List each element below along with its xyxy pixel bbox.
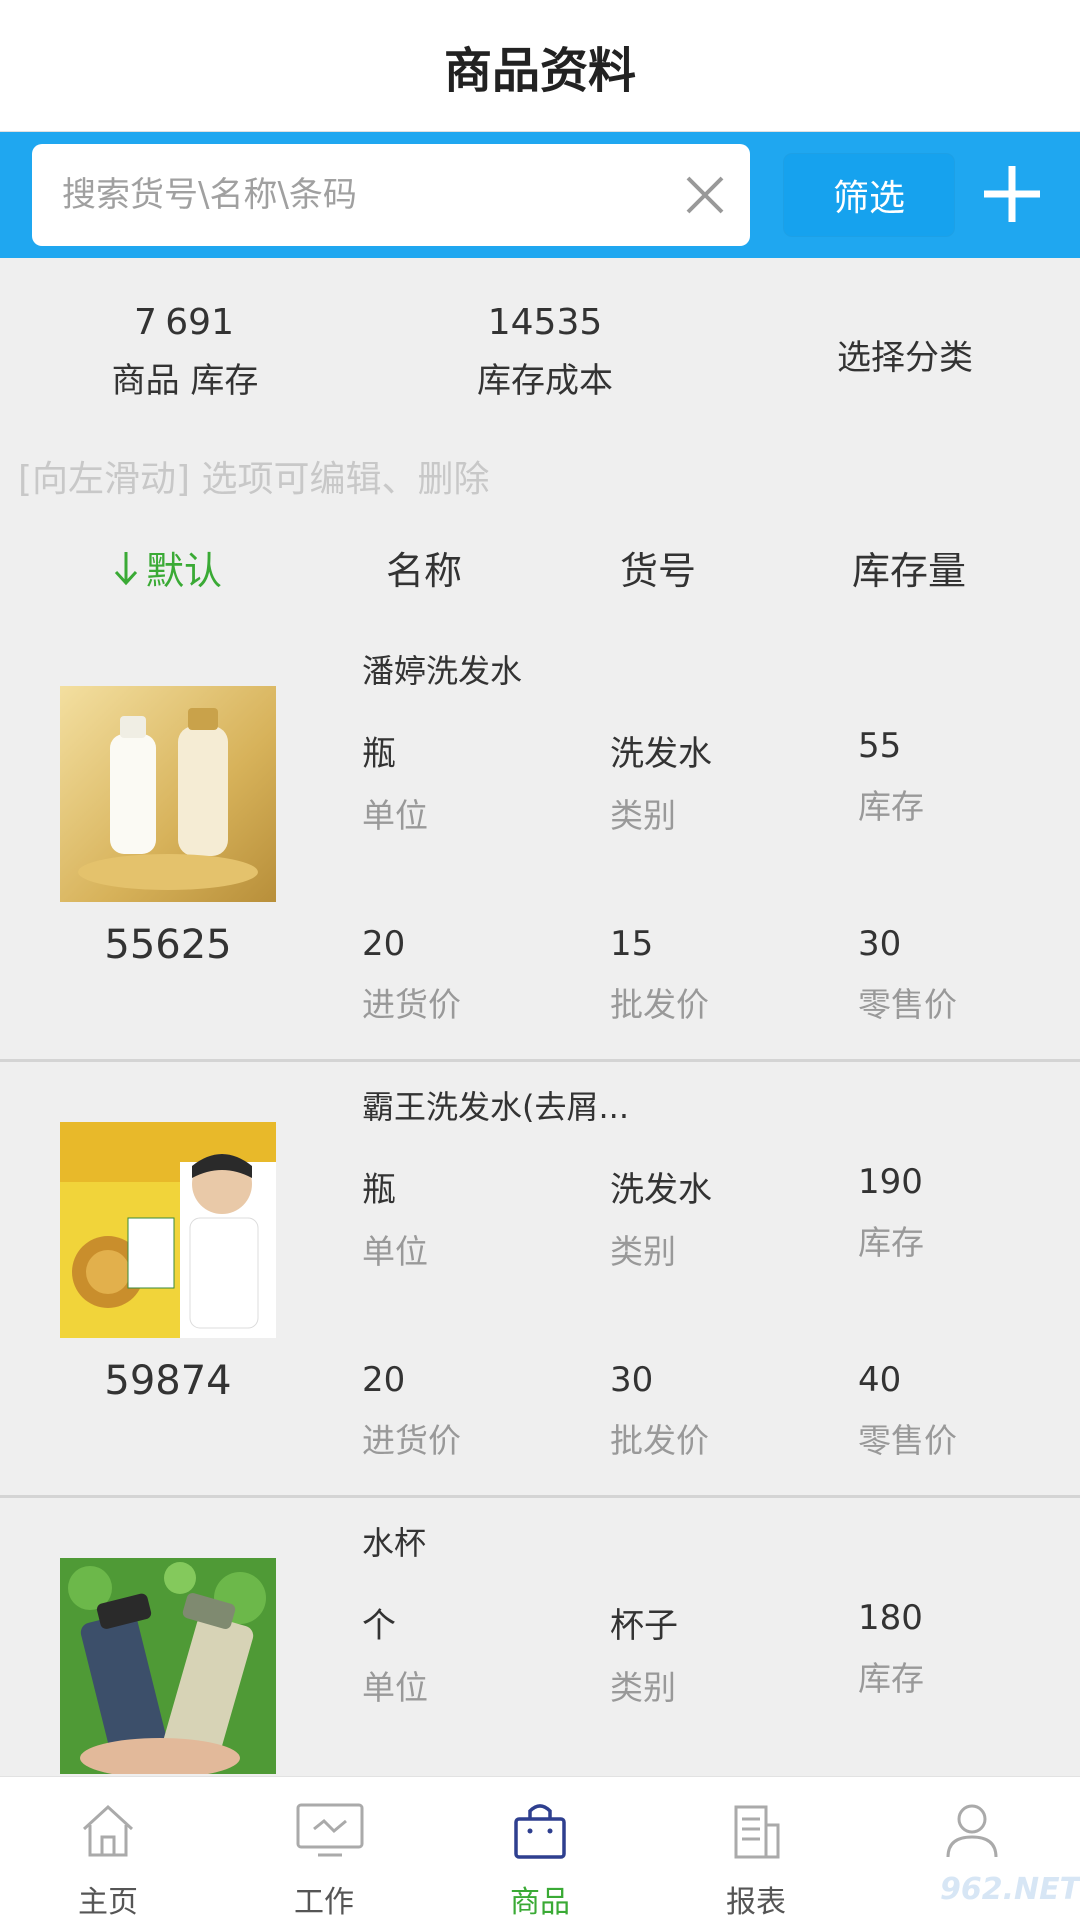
tab-goods-label: 商品 [510, 1885, 570, 1920]
category-label: 类别 [610, 796, 676, 835]
purchase-price-label: 进货价 [362, 985, 461, 1024]
sort-stock[interactable]: 库存量 [852, 540, 966, 595]
sort-bar: 默认 名称 货号 库存量 [0, 540, 1080, 600]
swipe-hint: [向左滑动] 选项可编辑、删除 [18, 459, 490, 500]
stock-label: 库存 [858, 787, 924, 826]
unit-label: 单位 [362, 1668, 428, 1707]
category-value: 洗发水 [610, 734, 712, 774]
category-value: 杯子 [610, 1606, 678, 1646]
unit-value: 瓶 [362, 1170, 396, 1210]
tab-goods[interactable]: 商品 [432, 1777, 648, 1920]
category-label: 类别 [610, 1668, 676, 1707]
tab-home[interactable]: 主页 [0, 1777, 216, 1920]
watermark-logo: 962.NET [940, 1872, 1080, 1907]
product-image [60, 1122, 276, 1338]
unit-label: 单位 [362, 1232, 428, 1271]
goods-stock-label: 商品 库存 [111, 361, 259, 401]
sort-code[interactable]: 货号 [620, 540, 696, 595]
search-bar: 筛选 [0, 132, 1080, 258]
unit-value: 个 [362, 1606, 396, 1646]
product-name: 霸王洗发水(去屑... [362, 1088, 630, 1126]
tab-work[interactable]: 工作 [216, 1777, 432, 1920]
unit-value: 瓶 [362, 734, 396, 774]
product-image [60, 1558, 276, 1774]
shopping-bag-icon [514, 1804, 566, 1859]
product-name: 潘婷洗发水 [362, 652, 523, 690]
monitor-icon [296, 1803, 364, 1857]
tab-report-label: 报表 [726, 1885, 786, 1920]
product-item[interactable]: 55625 潘婷洗发水 瓶单位 洗发水类别 55 库存 20 进货价 15 批发价 3… [0, 626, 1080, 1062]
stock-cost-label: 库存成本 [477, 361, 613, 401]
stock-value: 190 [858, 1162, 923, 1202]
wholesale-price: 15 [610, 924, 654, 964]
product-name: 水杯 [362, 1524, 427, 1562]
sort-default-label: 默认 [146, 549, 223, 593]
retail-price-label: 零售价 [858, 1421, 957, 1460]
home-icon [82, 1804, 134, 1857]
stock-value: 180 [858, 1598, 923, 1638]
stock-label: 库存 [858, 1659, 924, 1698]
stock-value: 55 [858, 726, 902, 766]
search-box[interactable] [32, 144, 750, 246]
wholesale-price: 30 [610, 1360, 654, 1400]
tab-report[interactable]: 报表 [648, 1777, 864, 1920]
category-value: 洗发水 [610, 1170, 712, 1210]
user-icon [946, 1804, 998, 1858]
purchase-price-label: 进货价 [362, 1421, 461, 1460]
product-code: 59874 [104, 1358, 232, 1404]
product-list: 55625 潘婷洗发水 瓶单位 洗发水 类别 55 库存 20 进货价 15 批发价 3… [0, 626, 1080, 1776]
purchase-price: 20 [362, 1360, 406, 1400]
sort-default[interactable]: 默认 [112, 540, 222, 595]
category-label: 类别 [610, 1232, 676, 1271]
goods-stock-stat: 7 691 商品 库存 [100, 302, 270, 402]
product-code: 55625 [104, 922, 232, 968]
wholesale-price-label: 批发价 [610, 985, 709, 1024]
filter-button[interactable]: 筛选 [784, 154, 954, 236]
retail-price-label: 零售价 [858, 985, 957, 1024]
product-item[interactable]: 59874 霸王洗发水(去屑... 瓶单位 洗发水 类别 190 库存 20 进货价 … [0, 1062, 1080, 1498]
stock-count: 691 [165, 302, 234, 343]
top-header: 商品资料 [0, 0, 1080, 132]
tab-home-label: 主页 [78, 1885, 138, 1920]
product-item[interactable]: 水杯 个单位 杯子类别 180 库存 [0, 1498, 1080, 1776]
select-category-button[interactable]: 选择分类 [820, 330, 990, 379]
close-icon[interactable] [682, 172, 728, 218]
unit-label: 单位 [362, 796, 428, 835]
plus-icon[interactable] [980, 162, 1044, 226]
tab-work-label: 工作 [294, 1885, 354, 1920]
bottom-tab-bar: 主页 工作 商品 报表 [0, 1776, 1080, 1920]
retail-price: 40 [858, 1360, 902, 1400]
arrow-down-icon [114, 551, 138, 585]
retail-price: 30 [858, 924, 902, 964]
sort-name[interactable]: 名称 [386, 540, 462, 595]
stock-label: 库存 [858, 1223, 924, 1262]
goods-count: 7 [134, 302, 157, 343]
product-image [60, 686, 276, 902]
stock-cost-value: 14535 [487, 302, 603, 343]
stock-cost-stat: 14535 库存成本 [440, 302, 650, 402]
page-title: 商品资料 [443, 42, 636, 99]
summary-stats: 7 691 商品 库存 14535 库存成本 选择分类 [0, 258, 1080, 418]
search-input[interactable] [62, 175, 662, 215]
report-icon [734, 1805, 780, 1859]
wholesale-price-label: 批发价 [610, 1421, 709, 1460]
purchase-price: 20 [362, 924, 406, 964]
